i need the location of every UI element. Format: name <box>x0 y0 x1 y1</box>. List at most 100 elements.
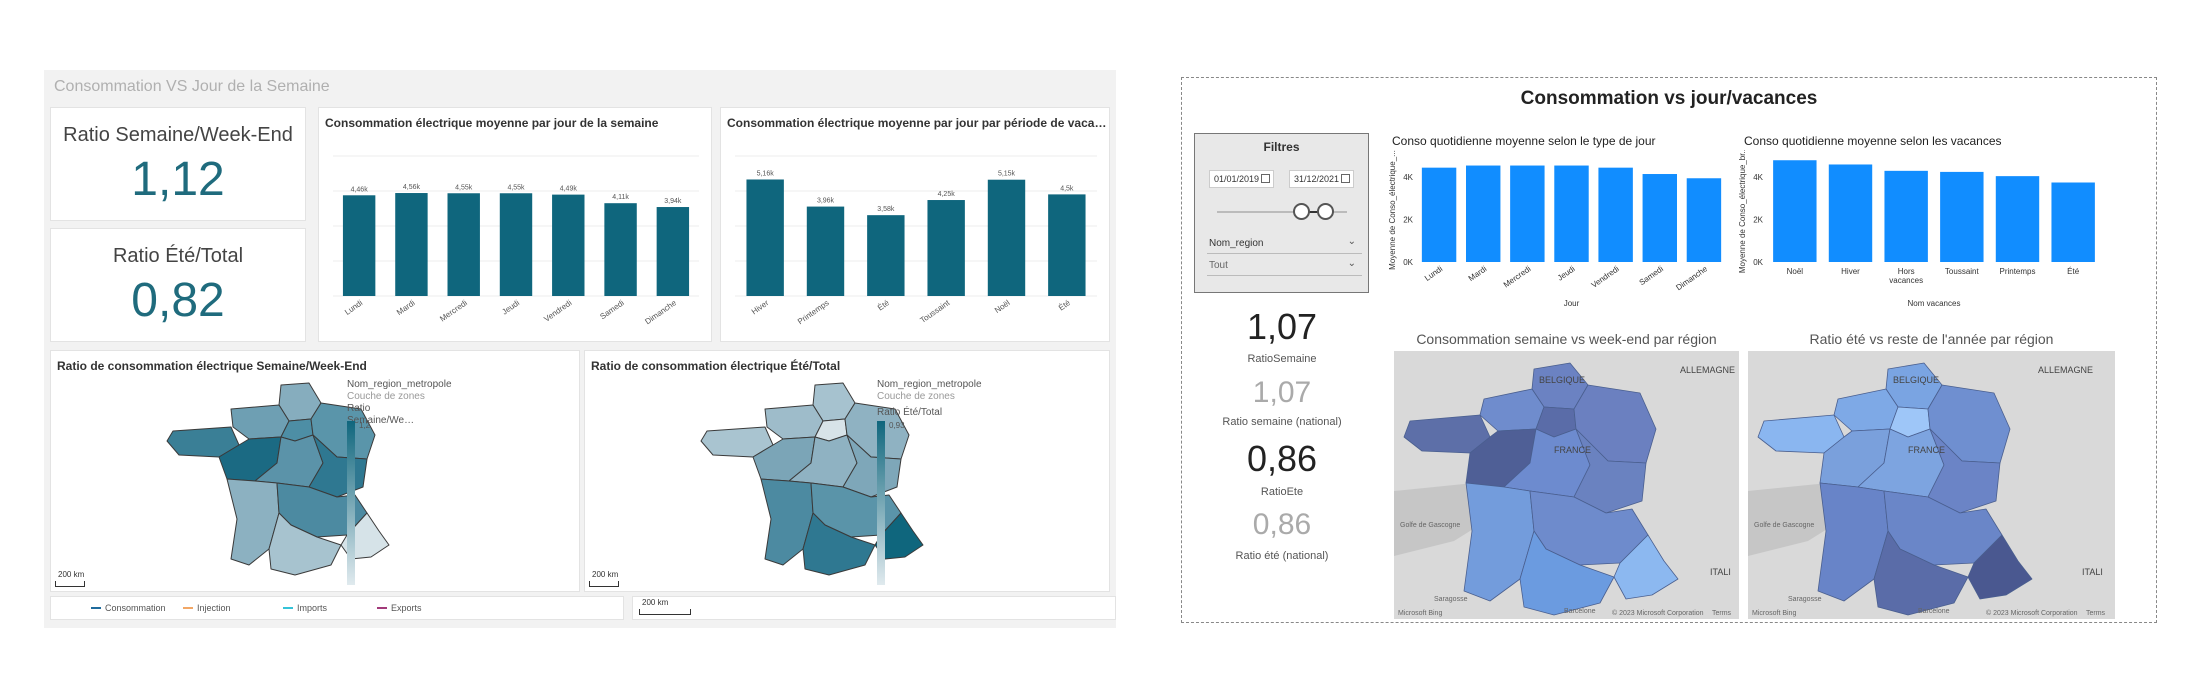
map-label-allemagne: ALLEMAGNE <box>1680 365 1735 375</box>
slider-start-handle[interactable] <box>1293 203 1310 220</box>
data-label: 5,15k <box>998 171 1016 178</box>
bar <box>1642 174 1678 262</box>
calendar-icon[interactable] <box>1341 174 1350 183</box>
map-label-golfe: Golfe de Gascogne <box>1754 522 1814 529</box>
bar <box>2051 182 2095 262</box>
map-scale-bar: 200 km <box>55 571 85 587</box>
legend-measure: Ratio Été/Total <box>877 407 943 418</box>
legend-field: Nom_region_metropole <box>347 379 452 390</box>
bar <box>395 193 428 296</box>
map-label-belgique: BELGIQUE <box>1893 375 1939 385</box>
data-label: 4,56k <box>403 184 421 191</box>
kpi-value: 1,12 <box>131 153 225 206</box>
data-label: 3,58k <box>877 206 895 213</box>
kpi-card-weekday-ratio[interactable]: Ratio Semaine/Week-End 1,12 <box>50 107 306 221</box>
chart-card-weekday[interactable]: Consommation électrique moyenne par jour… <box>318 107 712 342</box>
data-label: 3,94k <box>664 198 682 205</box>
legend-max-value: 1,2 <box>359 421 371 430</box>
legend-measure: Ratio Semaine/We… <box>347 403 415 426</box>
bing-logo: Microsoft Bing <box>1398 610 1442 617</box>
region-field-header[interactable]: Nom_region ⌄ <box>1207 234 1362 254</box>
bar-chart-holiday-type[interactable]: 0K 2K 4K Moyenne de Conso_électrique_br... N… <box>1737 150 2107 310</box>
category-label: Mardi <box>395 298 417 317</box>
bar <box>1828 164 1873 262</box>
region-map-summer[interactable]: FRANCE BELGIQUE ALLEMAGNE Golfe de Gasco… <box>1748 351 2115 619</box>
legend-swatch-injection <box>183 607 193 609</box>
map-label-barcelone: Barcelone <box>1564 608 1596 615</box>
data-label: 4,55k <box>455 184 473 191</box>
category-label: Hors <box>1898 267 1915 276</box>
legend-max-value: 0,93 <box>889 421 905 430</box>
map-card-summer-ratio[interactable]: Ratio de consommation électrique Été/Tot… <box>584 350 1110 592</box>
legend-swatch-imports <box>283 607 293 609</box>
chart-card-holidays[interactable]: Consommation électrique moyenne par jour… <box>720 107 1110 342</box>
region-dropdown[interactable]: Tout ⌄ <box>1207 256 1362 276</box>
bar <box>656 207 690 296</box>
calendar-icon[interactable] <box>1261 174 1270 183</box>
slider-end-handle[interactable] <box>1317 203 1334 220</box>
bar <box>1686 178 1722 262</box>
kpi-value: 0,82 <box>131 274 225 327</box>
kpi-ratio-semaine-national: 1,07 <box>1252 376 1312 409</box>
date-to-input[interactable]: 31/12/2021 <box>1289 170 1354 188</box>
y-tick-label: 4K <box>1403 173 1413 182</box>
category-label: Été <box>1057 298 1072 313</box>
map-label-italie: ITALI <box>1710 567 1731 577</box>
category-label: Vendredi <box>542 298 573 324</box>
data-label: 4,49k <box>560 186 578 193</box>
kpi-caption: RatioSemaine <box>1247 353 1317 365</box>
map-scale-bar: 200 km <box>639 599 691 615</box>
line-chart-legend: Consommation Injection Imports Exports <box>50 596 624 620</box>
chevron-down-icon[interactable]: ⌄ <box>1348 258 1356 269</box>
map-card-weekday-ratio[interactable]: Ratio de consommation électrique Semaine… <box>50 350 580 592</box>
map-label-saragosse: Saragosse <box>1788 596 1822 603</box>
legend-swatch-exports <box>377 607 387 609</box>
map-copyright: © 2023 Microsoft Corporation <box>1986 609 2078 617</box>
legend-label[interactable]: Consommation <box>105 603 166 613</box>
date-from-input[interactable]: 01/01/2019 <box>1209 170 1274 188</box>
category-label: Été <box>2067 267 2080 276</box>
region-map-weekday[interactable]: FRANCE BELGIQUE ALLEMAGNE Golfe de Gasco… <box>1394 351 1739 619</box>
category-label: Vendredi <box>1590 264 1621 290</box>
category-label: Toussaint <box>918 298 951 325</box>
bar <box>1940 171 1984 262</box>
category-label: Dimanche <box>643 298 678 326</box>
y-tick-label: 2K <box>1753 216 1763 225</box>
bar <box>1465 165 1501 262</box>
category-label: Mardi <box>1467 264 1489 283</box>
legend-label[interactable]: Imports <box>297 603 327 613</box>
data-label: 4,46k <box>351 186 369 193</box>
kpi-card-summer-ratio[interactable]: Ratio Été/Total 0,82 <box>50 228 306 342</box>
legend-color-scale <box>347 421 355 585</box>
category-label: Jeudi <box>500 298 521 316</box>
y-axis-title: Moyenne de Conso_électrique_... <box>1388 150 1397 270</box>
bar <box>1773 160 1817 262</box>
kpi-ratio-ete: 0,86 <box>1246 438 1318 479</box>
sheet-title: Consommation VS Jour de la Semaine <box>54 78 330 95</box>
map-terms-link: Terms <box>2086 610 2106 617</box>
data-label: 5,16k <box>757 170 775 177</box>
legend-label[interactable]: Injection <box>197 603 231 613</box>
bar <box>746 179 784 296</box>
map-scale-bar: 200 km <box>589 571 619 587</box>
bar-chart-day-type[interactable]: 0K 2K 4K Moyenne de Conso_électrique_... Lun… <box>1387 150 1732 310</box>
map-label-belgique: BELGIQUE <box>1539 375 1585 385</box>
chart-title: Conso quotidienne moyenne selon les vaca… <box>1744 134 2002 148</box>
france-region-map[interactable] <box>665 379 995 579</box>
bar <box>342 195 376 296</box>
legend-label[interactable]: Exports <box>391 603 422 613</box>
chevron-down-icon[interactable]: ⌄ <box>1348 236 1356 247</box>
bar-chart-holidays: 5,16k Hiver 3,96k Printemps 3,58k Été 4,25k Tou… <box>735 155 1097 326</box>
map-title: Consommation semaine vs week-end par rég… <box>1416 331 1717 347</box>
date-range-slider[interactable] <box>1217 203 1347 220</box>
category-label: Dimanche <box>1674 264 1709 292</box>
map-label-golfe: Golfe de Gascogne <box>1400 522 1460 529</box>
category-label: Hiver <box>1841 267 1860 276</box>
x-axis-title: Jour <box>1564 299 1580 308</box>
category-label: vacances <box>1889 276 1923 285</box>
category-label: Mercredi <box>438 298 469 323</box>
region-normandie <box>764 404 824 440</box>
x-axis-title: Nom vacances <box>1908 299 1961 308</box>
bar <box>987 179 1026 296</box>
bar-chart-weekday: 4,46k Lundi 4,56k Mardi 4,55k Mercredi 4,55k Je… <box>333 155 699 326</box>
